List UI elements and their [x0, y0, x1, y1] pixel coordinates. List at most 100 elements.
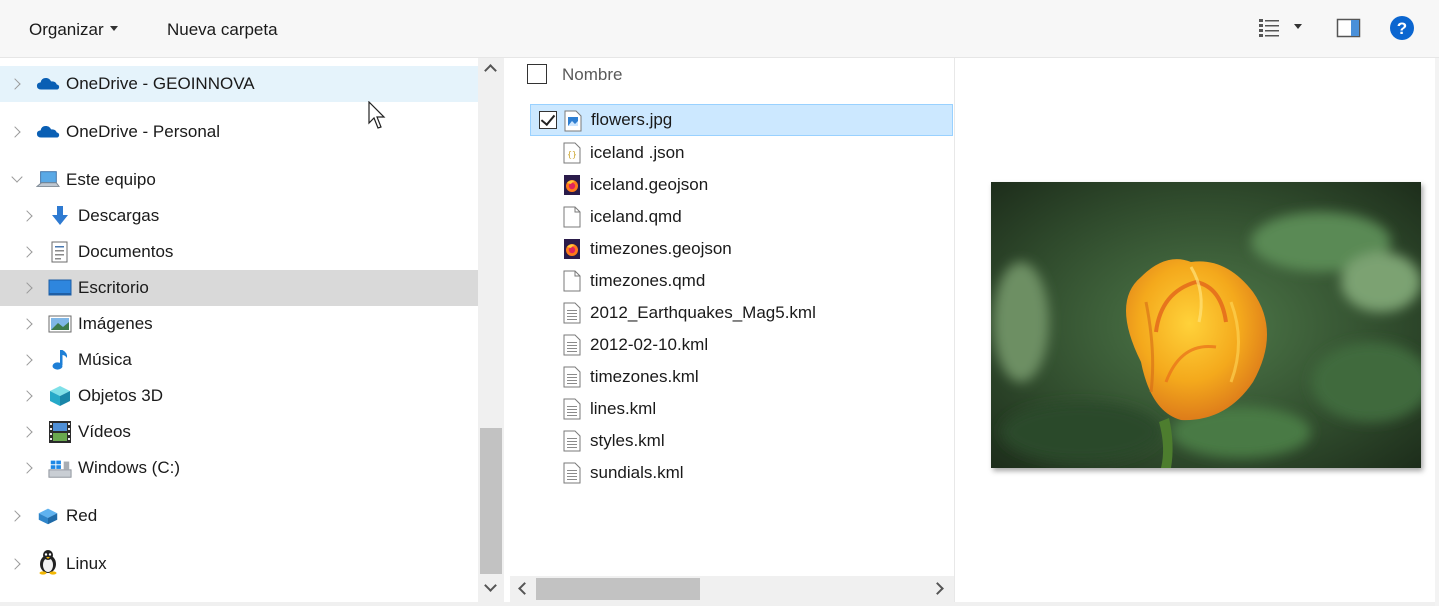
window-bottom-edge — [0, 602, 1439, 606]
file-row-iceland-qmd[interactable]: iceland.qmd — [530, 201, 953, 233]
onedrive-cloud-icon — [36, 73, 60, 95]
file-name: styles.kml — [590, 431, 665, 450]
chevron-right-icon[interactable] — [21, 426, 33, 438]
scroll-down-arrow-icon[interactable] — [484, 579, 497, 592]
file-row-2012-02-10-kml[interactable]: 2012-02-10.kml — [530, 329, 953, 361]
organize-label: Organizar — [29, 20, 104, 39]
chevron-right-icon[interactable] — [21, 282, 33, 294]
3d-objects-icon — [48, 385, 72, 407]
nav-item-label: Imágenes — [78, 314, 153, 333]
chevron-right-icon[interactable] — [9, 558, 21, 570]
firefox-file-icon — [564, 239, 580, 259]
mouse-pointer-icon — [368, 101, 386, 129]
window-right-edge — [1435, 58, 1439, 606]
file-list: Nombre flowers.jpg {} iceland .json icel… — [504, 58, 954, 602]
pictures-icon — [48, 313, 72, 335]
chevron-right-icon[interactable] — [21, 390, 33, 402]
nav-item-imagenes[interactable]: Imágenes — [0, 306, 478, 342]
file-row-sundials-kml[interactable]: sundials.kml — [530, 457, 953, 489]
scrollbar-thumb[interactable] — [536, 578, 700, 600]
file-row-timezones-qmd[interactable]: timezones.qmd — [530, 265, 953, 297]
nav-item-documentos[interactable]: Documentos — [0, 234, 478, 270]
file-row-iceland-json[interactable]: {} iceland .json — [530, 137, 953, 169]
select-all-checkbox[interactable] — [527, 64, 547, 84]
nav-item-red[interactable]: Red — [0, 498, 478, 534]
file-row-timezones-kml[interactable]: timezones.kml — [530, 361, 953, 393]
nav-item-label: OneDrive - GEOINNOVA — [66, 74, 255, 93]
text-file-icon — [563, 302, 581, 324]
documents-icon — [48, 241, 72, 263]
scroll-right-arrow-icon[interactable] — [931, 582, 944, 595]
new-folder-button[interactable]: Nueva carpeta — [167, 16, 278, 44]
image-file-icon — [564, 110, 582, 132]
chevron-right-icon[interactable] — [21, 462, 33, 474]
nav-item-descargas[interactable]: Descargas — [0, 198, 478, 234]
file-row-lines-kml[interactable]: lines.kml — [530, 393, 953, 425]
file-row-2012-earthquakes-kml[interactable]: 2012_Earthquakes_Mag5.kml — [530, 297, 953, 329]
chevron-right-icon[interactable] — [21, 354, 33, 366]
preview-pane-icon[interactable] — [1335, 14, 1363, 42]
file-list-horizontal-scrollbar[interactable] — [510, 576, 954, 602]
nav-item-label: Este equipo — [66, 170, 156, 189]
chevron-right-icon[interactable] — [21, 210, 33, 222]
nav-item-onedrive-personal[interactable]: OneDrive - Personal — [0, 114, 478, 150]
file-row-styles-kml[interactable]: styles.kml — [530, 425, 953, 457]
svg-text:?: ? — [1397, 19, 1407, 38]
desktop-icon — [48, 277, 72, 299]
videos-filmstrip-icon — [48, 421, 72, 443]
navigation-pane: OneDrive - GEOINNOVA OneDrive - Personal… — [0, 58, 478, 602]
scroll-up-arrow-icon[interactable] — [484, 64, 497, 77]
chevron-right-icon[interactable] — [9, 510, 21, 522]
json-file-icon: {} — [563, 142, 581, 164]
chevron-down-icon — [109, 26, 118, 32]
scroll-left-arrow-icon[interactable] — [518, 582, 531, 595]
blank-file-icon — [563, 206, 581, 228]
text-file-icon — [563, 366, 581, 388]
nav-item-objetos-3d[interactable]: Objetos 3D — [0, 378, 478, 414]
chevron-down-icon[interactable] — [11, 171, 23, 183]
nav-item-label: Música — [78, 350, 132, 369]
nav-item-onedrive-geoinnova[interactable]: OneDrive - GEOINNOVA — [0, 66, 478, 102]
nav-item-label: Objetos 3D — [78, 386, 164, 405]
file-name: 2012_Earthquakes_Mag5.kml — [590, 303, 816, 322]
chevron-right-icon[interactable] — [9, 126, 21, 138]
firefox-file-icon — [564, 175, 580, 195]
nav-item-musica[interactable]: Música — [0, 342, 478, 378]
organize-menu-button[interactable]: Organizar — [29, 16, 118, 44]
file-name: flowers.jpg — [591, 110, 673, 129]
nav-item-escritorio[interactable]: Escritorio — [0, 270, 478, 306]
file-row-timezones-geojson[interactable]: timezones.geojson — [530, 233, 953, 265]
file-name: sundials.kml — [590, 463, 684, 482]
file-name: lines.kml — [590, 399, 657, 418]
nav-item-label: Windows (C:) — [78, 458, 181, 477]
nav-item-label: Documentos — [78, 242, 174, 261]
command-bar: Organizar Nueva carpeta ? — [0, 0, 1439, 58]
preview-image-tulip — [991, 182, 1421, 468]
row-checkbox-checked[interactable] — [539, 111, 557, 129]
new-folder-label: Nueva carpeta — [167, 20, 278, 39]
chevron-right-icon[interactable] — [21, 246, 33, 258]
nav-item-label: Vídeos — [78, 422, 131, 441]
nav-item-windows-c[interactable]: Windows (C:) — [0, 450, 478, 486]
nav-pane-scrollbar[interactable] — [478, 58, 504, 602]
svg-text:{}: {} — [567, 150, 577, 159]
preview-pane — [955, 58, 1439, 602]
chevron-right-icon[interactable] — [21, 318, 33, 330]
details-view-icon[interactable] — [1257, 14, 1285, 42]
nav-item-label: Linux — [66, 554, 107, 573]
file-name: iceland.geojson — [590, 175, 709, 194]
scrollbar-thumb[interactable] — [480, 428, 502, 574]
help-icon[interactable]: ? — [1388, 14, 1416, 42]
column-header-name[interactable]: Nombre — [562, 65, 622, 85]
linux-tux-icon — [36, 550, 60, 575]
file-name: timezones.kml — [590, 367, 699, 386]
file-row-flowers-jpg[interactable]: flowers.jpg — [530, 104, 953, 136]
nav-item-este-equipo[interactable]: Este equipo — [0, 162, 478, 198]
file-row-iceland-geojson[interactable]: iceland.geojson — [530, 169, 953, 201]
chevron-right-icon[interactable] — [9, 78, 21, 90]
nav-item-label: Descargas — [78, 206, 160, 225]
view-options-chevron-icon[interactable] — [1294, 24, 1302, 29]
nav-item-linux[interactable]: Linux — [0, 546, 478, 582]
nav-item-videos[interactable]: Vídeos — [0, 414, 478, 450]
nav-item-label: OneDrive - Personal — [66, 122, 221, 141]
